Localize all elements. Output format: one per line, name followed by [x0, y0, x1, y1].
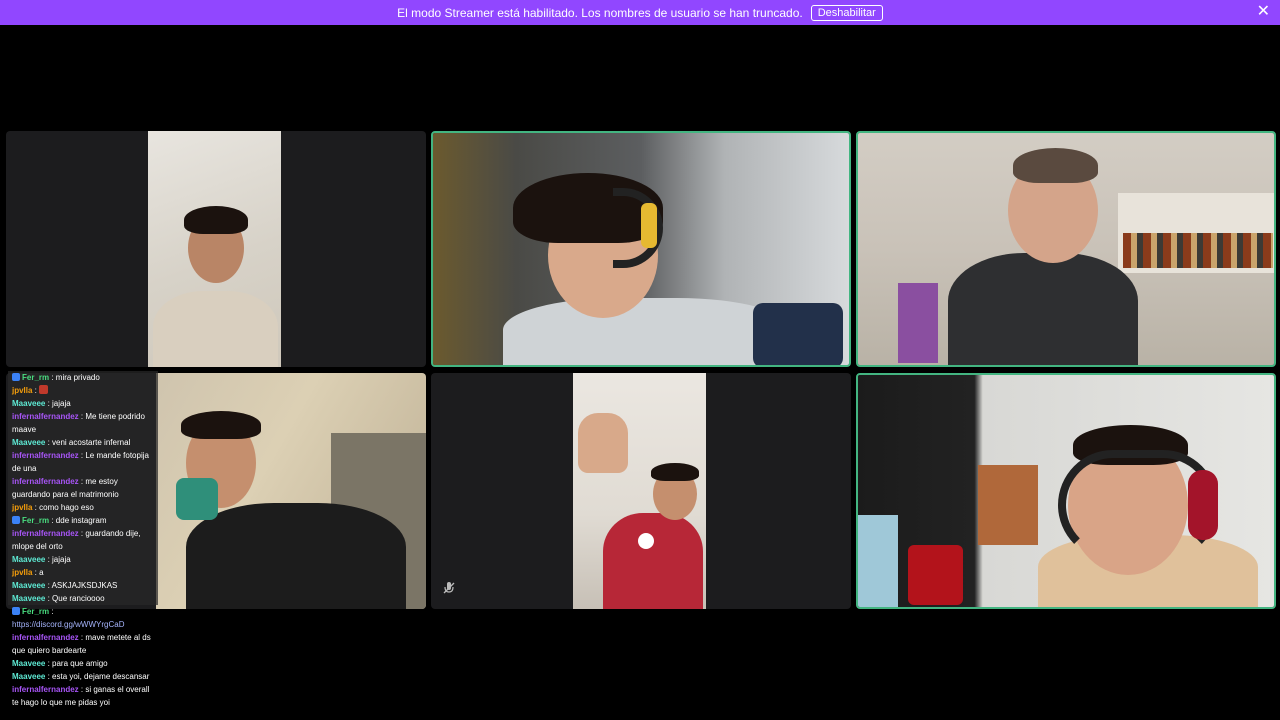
chat-message: Maaveee : jajaja: [8, 553, 158, 566]
chat-text: a: [39, 568, 44, 577]
close-icon[interactable]: ✕: [1257, 3, 1270, 21]
chat-username[interactable]: jpvlla: [12, 503, 32, 512]
chat-message: Maaveee : Que rancioooo: [8, 592, 158, 605]
chat-message: Fer_rm : mira privado: [8, 371, 158, 384]
chat-text: para que amigo: [52, 659, 108, 668]
video-feed: [858, 375, 1274, 607]
video-feed: [858, 133, 1274, 365]
chat-username[interactable]: Fer_rm: [22, 516, 49, 525]
chat-username[interactable]: infernalfernandez: [12, 451, 79, 460]
chat-text: como hago eso: [39, 503, 94, 512]
chat-message: Fer_rm : https://discord.gg/wWWYrgCaD: [8, 605, 158, 631]
chat-message: jpvlla : a: [8, 566, 158, 579]
chat-username[interactable]: Maaveee: [12, 672, 45, 681]
chat-separator: :: [49, 516, 56, 525]
video-feed: [156, 373, 426, 609]
chat-message: Maaveee : para que amigo: [8, 657, 158, 670]
chat-username[interactable]: infernalfernandez: [12, 685, 79, 694]
video-tile-participant-6[interactable]: [856, 373, 1276, 609]
chat-username[interactable]: Maaveee: [12, 581, 45, 590]
chat-message: jpvlla :: [8, 384, 158, 397]
chat-text: jajaja: [52, 399, 71, 408]
disable-streamer-mode-button[interactable]: Deshabilitar: [810, 4, 883, 21]
chat-username[interactable]: Maaveee: [12, 594, 45, 603]
chat-message: infernalfernandez : Me tiene podrido maa…: [8, 410, 158, 436]
chat-username[interactable]: infernalfernandez: [12, 412, 79, 421]
chat-separator: :: [49, 607, 54, 616]
chat-username[interactable]: Maaveee: [12, 555, 45, 564]
chat-message: infernalfernandez : guardando dije, mlop…: [8, 527, 158, 553]
badge-icon: [12, 373, 20, 381]
video-tile-participant-5[interactable]: [431, 373, 851, 609]
chat-message: Maaveee : ASKJAJKSDJKAS: [8, 579, 158, 592]
chat-text: dde instagram: [55, 516, 107, 525]
chat-text: Que rancioooo: [52, 594, 105, 603]
video-tile-participant-1[interactable]: [6, 131, 426, 367]
chat-message: Fer_rm : dde instagram: [8, 514, 158, 527]
chat-message: Maaveee : jajaja: [8, 397, 158, 410]
chat-link[interactable]: https://discord.gg/wWWYrgCaD: [12, 620, 124, 629]
video-feed: [433, 133, 849, 365]
chat-separator: :: [49, 373, 56, 382]
chat-username[interactable]: Maaveee: [12, 659, 45, 668]
mic-off-icon: [439, 581, 459, 601]
chat-message: jpvlla : como hago eso: [8, 501, 158, 514]
streamer-mode-banner: El modo Streamer está habilitado. Los no…: [0, 0, 1280, 25]
chat-message: infernalfernandez : si ganas el overall …: [8, 683, 158, 709]
banner-message: El modo Streamer está habilitado. Los no…: [397, 5, 803, 20]
badge-icon: [12, 516, 20, 524]
chat-overlay: Fer_rm : mira privado jpvlla : Maaveee : …: [8, 371, 158, 709]
chat-text: ASKJAJKSDJKAS: [51, 581, 118, 590]
chat-username[interactable]: Maaveee: [12, 399, 45, 408]
emote-icon: [39, 385, 49, 394]
video-tile-participant-2[interactable]: [431, 131, 851, 367]
chat-text: jajaja: [52, 555, 71, 564]
chat-username[interactable]: Fer_rm: [22, 373, 49, 382]
chat-username[interactable]: infernalfernandez: [12, 529, 79, 538]
chat-message: Maaveee : esta yoi, dejame descansar: [8, 670, 158, 683]
chat-username[interactable]: jpvlla: [12, 568, 32, 577]
chat-text: mira privado: [55, 373, 100, 382]
chat-username[interactable]: Maaveee: [12, 438, 45, 447]
video-feed: [148, 131, 281, 367]
chat-username[interactable]: infernalfernandez: [12, 477, 79, 486]
chat-message: Maaveee : veni acostarte infernal: [8, 436, 158, 449]
chat-username[interactable]: jpvlla: [12, 386, 32, 395]
chat-message: infernalfernandez : Le mande fotopija de…: [8, 449, 158, 475]
chat-text: esta yoi, dejame descansar: [52, 672, 150, 681]
chat-username[interactable]: Fer_rm: [22, 607, 49, 616]
video-tile-participant-3[interactable]: [856, 131, 1276, 367]
video-feed: [573, 373, 706, 609]
chat-username[interactable]: infernalfernandez: [12, 633, 79, 642]
chat-message: infernalfernandez : me estoy guardando p…: [8, 475, 158, 501]
chat-text: veni acostarte infernal: [52, 438, 131, 447]
badge-icon: [12, 607, 20, 615]
chat-message: infernalfernandez : mave metete al ds qu…: [8, 631, 158, 657]
chat-separator: :: [32, 386, 40, 395]
